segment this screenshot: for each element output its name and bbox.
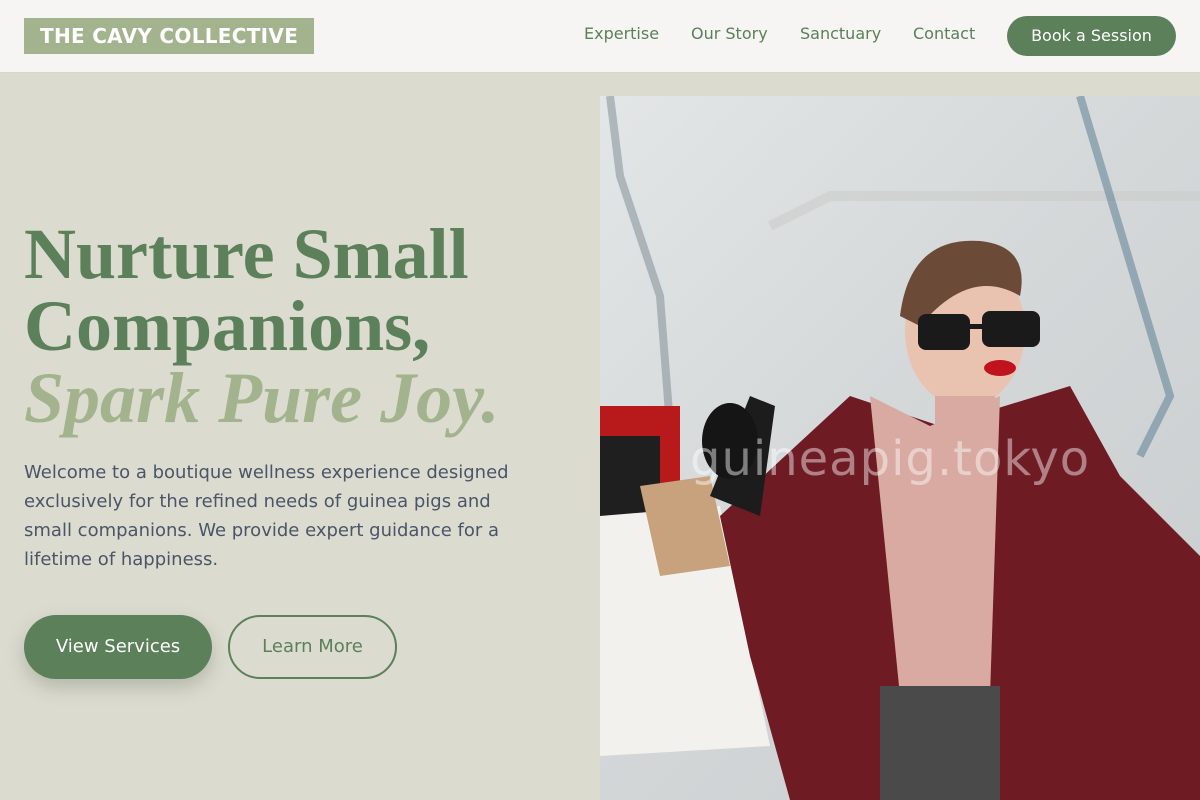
image-watermark: guineapig.tokyo [690, 431, 1091, 487]
hero-title-accent: Spark Pure Joy. [24, 358, 500, 438]
nav-link-expertise[interactable]: Expertise [584, 24, 659, 44]
brand-logo[interactable]: THE CAVY COLLECTIVE [24, 18, 315, 54]
nav-link-sanctuary[interactable]: Sanctuary [800, 24, 881, 44]
hero-title: Nurture Small Companions, Spark Pure Joy… [24, 218, 584, 434]
learn-more-button[interactable]: Learn More [228, 615, 397, 679]
nav-link-contact[interactable]: Contact [913, 24, 975, 44]
site-header: THE CAVY COLLECTIVE Expertise Our Story … [0, 0, 1200, 73]
hero-description: Welcome to a boutique wellness experienc… [24, 462, 509, 570]
hero-title-line-2: Companions, [24, 286, 431, 366]
view-services-button[interactable]: View Services [24, 615, 212, 679]
nav-link-our-story[interactable]: Our Story [691, 24, 768, 44]
hero-title-line-1: Nurture Small [24, 214, 469, 294]
book-session-button[interactable]: Book a Session [1007, 16, 1176, 56]
hero-photo: guineapig.tokyo [600, 96, 1200, 800]
